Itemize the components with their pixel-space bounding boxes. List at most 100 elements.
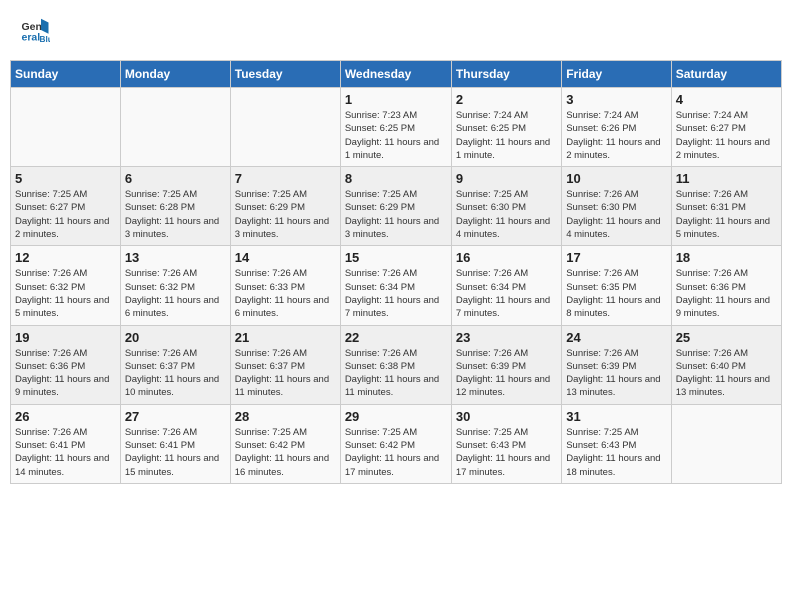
calendar-cell [120, 88, 230, 167]
day-number: 21 [235, 330, 336, 345]
calendar-cell: 26Sunrise: 7:26 AMSunset: 6:41 PMDayligh… [11, 404, 121, 483]
day-info: Sunrise: 7:25 AMSunset: 6:28 PMDaylight:… [125, 188, 226, 241]
day-number: 24 [566, 330, 666, 345]
day-number: 25 [676, 330, 777, 345]
calendar-cell: 29Sunrise: 7:25 AMSunset: 6:42 PMDayligh… [340, 404, 451, 483]
day-number: 27 [125, 409, 226, 424]
day-number: 29 [345, 409, 447, 424]
day-number: 7 [235, 171, 336, 186]
calendar-cell: 22 Sunrise: 7:26 AMSunset: 6:38 PMDayligh… [340, 325, 451, 404]
weekday-header: Tuesday [230, 61, 340, 88]
calendar-table: SundayMondayTuesdayWednesdayThursdayFrid… [10, 60, 782, 484]
day-number: 4 [676, 92, 777, 107]
logo-icon: Gen eral Blue [20, 15, 50, 45]
weekday-header: Wednesday [340, 61, 451, 88]
day-number: 1 [345, 92, 447, 107]
weekday-header: Friday [562, 61, 671, 88]
day-info: Sunrise: 7:25 AMSunset: 6:27 PMDaylight:… [15, 188, 116, 241]
calendar-cell: 25 Sunrise: 7:26 AMSunset: 6:40 PMDayligh… [671, 325, 781, 404]
day-info: Sunrise: 7:25 AMSunset: 6:30 PMDaylight:… [456, 188, 557, 241]
day-number: 3 [566, 92, 666, 107]
calendar-cell: 8 Sunrise: 7:25 AMSunset: 6:29 PMDaylight… [340, 167, 451, 246]
calendar-cell: 12 Sunrise: 7:26 AMSunset: 6:32 PMDayligh… [11, 246, 121, 325]
calendar-week-row: 12 Sunrise: 7:26 AMSunset: 6:32 PMDayligh… [11, 246, 782, 325]
svg-text:Blue: Blue [40, 35, 51, 44]
calendar-cell: 10 Sunrise: 7:26 AMSunset: 6:30 PMDayligh… [562, 167, 671, 246]
day-info: Sunrise: 7:26 AMSunset: 6:40 PMDaylight:… [676, 347, 777, 400]
day-number: 22 [345, 330, 447, 345]
calendar-cell: 7 Sunrise: 7:25 AMSunset: 6:29 PMDaylight… [230, 167, 340, 246]
day-info: Sunrise: 7:25 AMSunset: 6:43 PMDaylight:… [456, 426, 557, 479]
calendar-cell [230, 88, 340, 167]
calendar-cell: 14 Sunrise: 7:26 AMSunset: 6:33 PMDayligh… [230, 246, 340, 325]
day-info: Sunrise: 7:25 AMSunset: 6:42 PMDaylight:… [235, 426, 336, 479]
day-info: Sunrise: 7:26 AMSunset: 6:30 PMDaylight:… [566, 188, 666, 241]
calendar-cell: 18Sunrise: 7:26 AMSunset: 6:36 PMDayligh… [671, 246, 781, 325]
day-number: 15 [345, 250, 447, 265]
day-number: 19 [15, 330, 116, 345]
day-number: 26 [15, 409, 116, 424]
page-header: Gen eral Blue [10, 10, 782, 50]
day-number: 31 [566, 409, 666, 424]
weekday-header: Monday [120, 61, 230, 88]
day-info: Sunrise: 7:26 AMSunset: 6:39 PMDaylight:… [566, 347, 666, 400]
day-info: Sunrise: 7:26 AMSunset: 6:33 PMDaylight:… [235, 267, 336, 320]
weekday-header: Saturday [671, 61, 781, 88]
calendar-header-row: SundayMondayTuesdayWednesdayThursdayFrid… [11, 61, 782, 88]
calendar-cell: 2 Sunrise: 7:24 AMSunset: 6:25 PMDaylight… [451, 88, 561, 167]
day-info: Sunrise: 7:26 AMSunset: 6:31 PMDaylight:… [676, 188, 777, 241]
day-number: 28 [235, 409, 336, 424]
calendar-cell: 24 Sunrise: 7:26 AMSunset: 6:39 PMDayligh… [562, 325, 671, 404]
day-number: 10 [566, 171, 666, 186]
calendar-cell: 4 Sunrise: 7:24 AMSunset: 6:27 PMDaylight… [671, 88, 781, 167]
day-info: Sunrise: 7:24 AMSunset: 6:25 PMDaylight:… [456, 109, 557, 162]
calendar-cell: 23 Sunrise: 7:26 AMSunset: 6:39 PMDayligh… [451, 325, 561, 404]
day-number: 14 [235, 250, 336, 265]
calendar-cell: 9Sunrise: 7:25 AMSunset: 6:30 PMDaylight… [451, 167, 561, 246]
day-info: Sunrise: 7:25 AMSunset: 6:29 PMDaylight:… [235, 188, 336, 241]
calendar-cell: 21 Sunrise: 7:26 AMSunset: 6:37 PMDayligh… [230, 325, 340, 404]
calendar-week-row: 19Sunrise: 7:26 AMSunset: 6:36 PMDayligh… [11, 325, 782, 404]
day-info: Sunrise: 7:26 AMSunset: 6:32 PMDaylight:… [125, 267, 226, 320]
calendar-week-row: 1 Sunrise: 7:23 AMSunset: 6:25 PMDaylight… [11, 88, 782, 167]
day-number: 11 [676, 171, 777, 186]
day-number: 23 [456, 330, 557, 345]
calendar-cell: 17 Sunrise: 7:26 AMSunset: 6:35 PMDayligh… [562, 246, 671, 325]
day-number: 8 [345, 171, 447, 186]
calendar-cell: 28 Sunrise: 7:25 AMSunset: 6:42 PMDayligh… [230, 404, 340, 483]
day-info: Sunrise: 7:26 AMSunset: 6:37 PMDaylight:… [125, 347, 226, 400]
calendar-cell [671, 404, 781, 483]
day-number: 16 [456, 250, 557, 265]
calendar-body: 1 Sunrise: 7:23 AMSunset: 6:25 PMDaylight… [11, 88, 782, 484]
day-number: 20 [125, 330, 226, 345]
calendar-week-row: 5Sunrise: 7:25 AMSunset: 6:27 PMDaylight… [11, 167, 782, 246]
day-number: 2 [456, 92, 557, 107]
calendar-week-row: 26 Sunrise: 7:26 AMSunset: 6:41 PMDayligh… [11, 404, 782, 483]
day-number: 30 [456, 409, 557, 424]
day-info: Sunrise: 7:26 AMSunset: 6:39 PMDaylight:… [456, 347, 557, 400]
logo: Gen eral Blue [20, 15, 50, 45]
day-number: 17 [566, 250, 666, 265]
day-info: Sunrise: 7:26 AMSunset: 6:35 PMDaylight:… [566, 267, 666, 320]
calendar-cell: 15 Sunrise: 7:26 AMSunset: 6:34 PMDayligh… [340, 246, 451, 325]
weekday-header: Thursday [451, 61, 561, 88]
day-info: Sunrise: 7:26 AMSunset: 6:34 PMDaylight:… [345, 267, 447, 320]
day-info: Sunrise: 7:25 AMSunset: 6:43 PMDaylight:… [566, 426, 666, 479]
calendar-cell: 20 Sunrise: 7:26 AMSunset: 6:37 PMDayligh… [120, 325, 230, 404]
weekday-header: Sunday [11, 61, 121, 88]
day-info: Sunrise: 7:25 AMSunset: 6:29 PMDaylight:… [345, 188, 447, 241]
calendar-cell: 27 Sunrise: 7:26 AMSunset: 6:41 PMDayligh… [120, 404, 230, 483]
day-number: 12 [15, 250, 116, 265]
day-info: Sunrise: 7:23 AMSunset: 6:25 PMDaylight:… [345, 109, 447, 162]
day-info: Sunrise: 7:26 AMSunset: 6:32 PMDaylight:… [15, 267, 116, 320]
day-info: Sunrise: 7:26 AMSunset: 6:36 PMDaylight:… [676, 267, 777, 320]
day-info: Sunrise: 7:26 AMSunset: 6:38 PMDaylight:… [345, 347, 447, 400]
day-info: Sunrise: 7:24 AMSunset: 6:26 PMDaylight:… [566, 109, 666, 162]
calendar-cell: 1 Sunrise: 7:23 AMSunset: 6:25 PMDaylight… [340, 88, 451, 167]
day-info: Sunrise: 7:24 AMSunset: 6:27 PMDaylight:… [676, 109, 777, 162]
calendar-cell: 3 Sunrise: 7:24 AMSunset: 6:26 PMDaylight… [562, 88, 671, 167]
calendar-cell: 31 Sunrise: 7:25 AMSunset: 6:43 PMDayligh… [562, 404, 671, 483]
day-info: Sunrise: 7:26 AMSunset: 6:41 PMDaylight:… [125, 426, 226, 479]
day-info: Sunrise: 7:26 AMSunset: 6:37 PMDaylight:… [235, 347, 336, 400]
calendar-cell: 11 Sunrise: 7:26 AMSunset: 6:31 PMDayligh… [671, 167, 781, 246]
